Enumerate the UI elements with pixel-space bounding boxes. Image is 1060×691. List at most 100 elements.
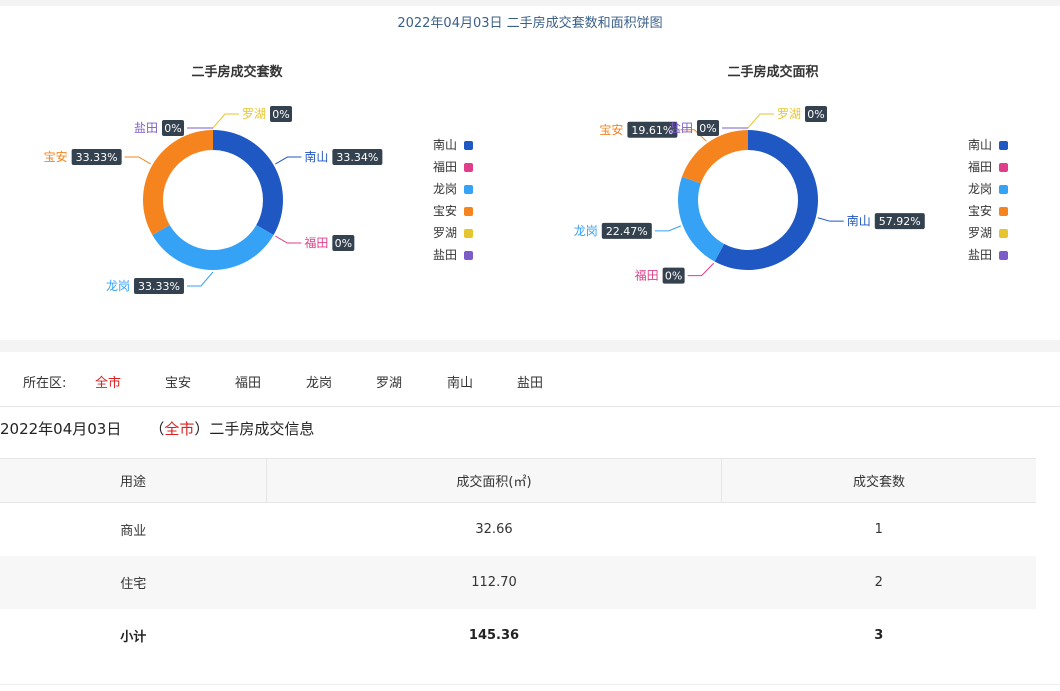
label-leader [212,113,239,129]
table-row: 商业 32.66 1 [0,503,1036,557]
cell-usage: 商业 [120,524,147,539]
legend-swatch [464,163,473,172]
pie-slice [152,224,274,270]
slice-value-label: 57.92% [879,215,921,228]
slice-value-label: 19.61% [631,124,673,137]
filter-divider [0,406,1060,407]
legend-label: 盐田 [968,248,992,262]
legend-swatch [999,207,1008,216]
filter-item-nanshan[interactable]: 南山 [447,372,473,391]
info-heading: 2022年04月03日 （全市）二手房成交信息 [0,418,314,439]
info-title: 二手房成交信息 [209,420,315,438]
slice-name-label: 罗湖 [242,106,266,121]
legend-label: 南山 [433,137,457,152]
label-leader [124,156,151,165]
slice-value-label: 0% [335,237,352,250]
slice-name-label: 宝安 [599,122,623,137]
filter-item-luohu[interactable]: 罗湖 [376,372,402,391]
cell-total-area: 145.36 [468,628,520,643]
legend-label: 南山 [968,137,992,152]
slice-name-label: 南山 [847,213,871,228]
slice-value-label: 0% [699,122,716,135]
label-leader [654,225,681,232]
legend-swatch [999,251,1008,260]
filter-item-all[interactable]: 全市 [95,372,121,391]
legend-label: 福田 [968,159,992,174]
pie-slice [677,176,725,262]
pie-slice [143,130,213,235]
label-leader [747,113,774,129]
slice-value-label: 0% [164,122,181,135]
legend-swatch [464,207,473,216]
slice-value-label: 22.47% [606,225,648,238]
legend-label: 罗湖 [433,225,457,240]
cell-area: 112.70 [266,556,722,609]
info-city: 全市 [164,420,195,438]
filter-item-baoan[interactable]: 宝安 [165,372,191,391]
separator-band [0,340,1060,352]
slice-name-label: 盐田 [134,121,158,135]
label-leader [186,271,214,287]
legend-label: 龙岗 [968,182,992,196]
slice-name-label: 福田 [304,235,328,250]
legend-label: 福田 [433,159,457,174]
slice-value-label: 0% [665,270,682,283]
cell-count: 2 [721,556,1036,609]
label-leader [275,156,302,165]
cell-area: 32.66 [475,522,513,537]
slice-value-label: 0% [272,108,289,121]
cell-count: 1 [874,522,883,537]
pie-slice [213,130,283,236]
slice-value-label: 33.34% [336,151,378,164]
info-date: 2022年04月03日 [0,420,122,438]
slice-name-label: 福田 [635,268,659,283]
slice-name-label: 龙岗 [106,279,130,293]
filter-item-longgang[interactable]: 龙岗 [306,372,332,391]
legend-swatch [999,141,1008,150]
slice-name-label: 罗湖 [777,106,801,121]
transaction-table: 用途 成交面积(㎡) 成交套数 商业 32.66 1 住宅 112.70 2 小… [0,458,1036,662]
info-close-paren: ） [194,420,210,438]
col-header-count: 成交套数 [721,458,1036,503]
legend-label: 盐田 [433,248,457,262]
slice-name-label: 南山 [304,149,328,164]
legend-swatch [999,163,1008,172]
cell-total-label: 小计 [120,630,147,645]
label-leader [275,235,302,244]
table-header-row: 用途 成交面积(㎡) 成交套数 [0,458,1036,503]
pie-charts: 二手房成交套数南山 33.34% 福田 0% 龙岗 33.33% 宝安 33.33% 罗湖 0% 盐… [44,64,1008,294]
cell-usage: 住宅 [0,556,267,609]
table-total-row: 小计 145.36 3 [0,609,1036,662]
slice-value-label: 33.33% [76,151,118,164]
slice-name-label: 宝安 [44,149,68,164]
chart-title: 二手房成交套数 [191,64,283,80]
legend-swatch [464,229,473,238]
district-filter: 所在区: 全市 宝安 福田 龙岗 罗湖 南山 盐田 [0,362,1060,396]
legend-label: 宝安 [433,203,457,218]
legend-swatch [464,185,473,194]
label-leader [817,217,844,222]
chart-title: 二手房成交面积 [727,64,818,80]
info-open-paren: （ [149,420,165,438]
filter-item-futian[interactable]: 福田 [235,372,261,391]
filter-item-yantian[interactable]: 盐田 [517,372,543,391]
slice-value-label: 33.33% [138,280,180,293]
legend-swatch [464,141,473,150]
slice-name-label: 盐田 [669,121,693,135]
label-leader [687,262,714,277]
legend-label: 宝安 [968,203,992,218]
col-header-area: 成交面积(㎡) [266,458,722,503]
cell-total-count: 3 [874,628,884,643]
col-header-usage: 用途 [0,458,267,503]
filter-label: 所在区: [23,376,67,391]
pie-slice [681,130,748,184]
legend-label: 龙岗 [433,182,457,196]
slice-value-label: 0% [807,108,824,121]
legend-label: 罗湖 [968,225,992,240]
bottom-divider [0,684,1060,685]
legend-swatch [999,229,1008,238]
slice-name-label: 龙岗 [574,224,598,238]
legend-swatch [464,251,473,260]
table-row: 住宅 112.70 2 [0,556,1036,609]
legend-swatch [999,185,1008,194]
